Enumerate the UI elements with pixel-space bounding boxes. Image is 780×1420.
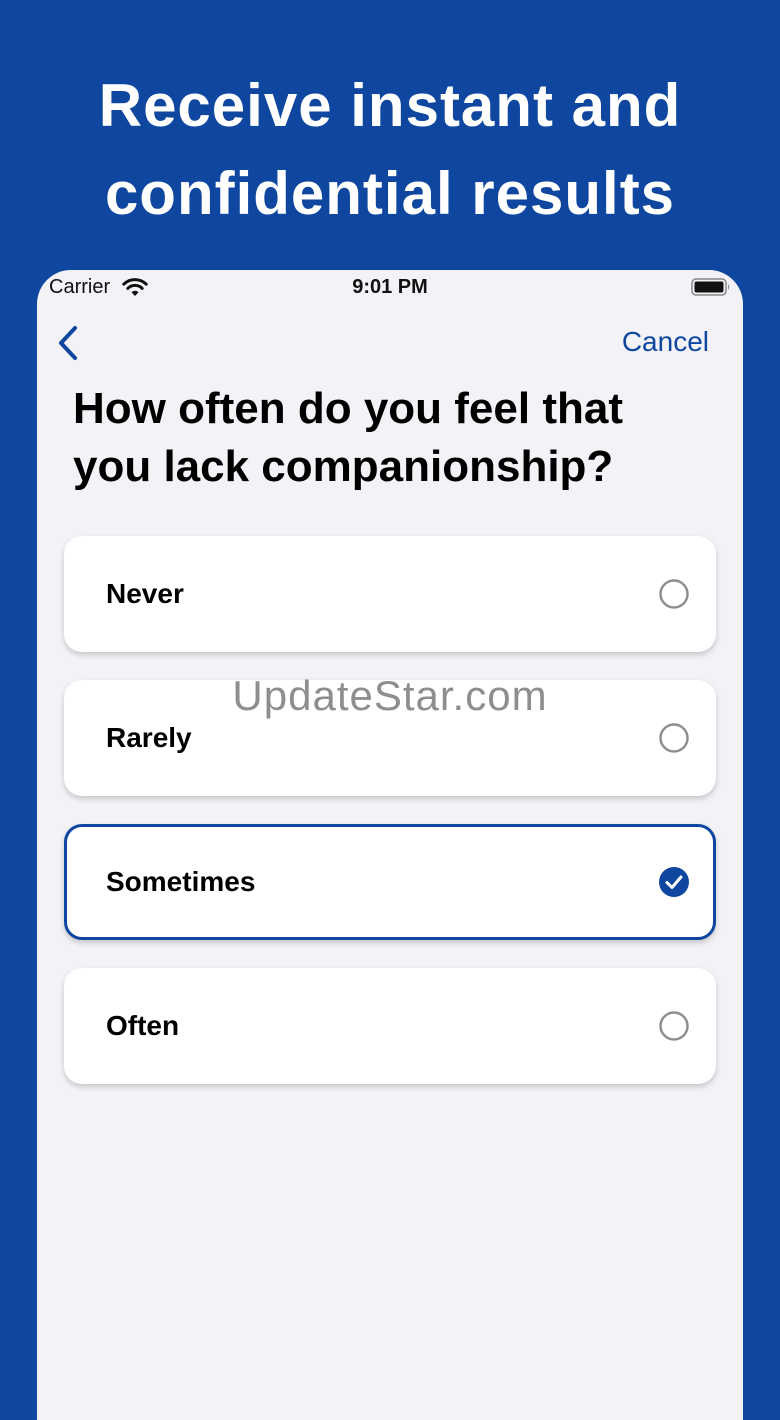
back-button[interactable] [51,322,87,366]
chevron-left-icon [59,326,77,360]
radio-unchecked-icon [659,723,689,753]
status-bar: Carrier 9:01 PM [37,270,743,306]
option-label: Rarely [106,722,192,753]
option-label: Never [106,578,184,609]
radio-unchecked-icon [659,579,689,609]
status-time: 9:01 PM [352,276,428,298]
option-rarely[interactable]: Rarely [64,680,716,796]
promo-headline-line-2: confidential results [104,160,676,227]
radio-checked-icon [659,867,689,897]
cancel-button[interactable]: Cancel [622,326,709,358]
battery-icon [691,278,730,296]
option-often[interactable]: Often [64,968,716,1084]
answer-options: Never Rarely Sometimes Often [64,536,716,1112]
option-sometimes[interactable]: Sometimes [64,824,716,940]
question-title: How often do you feel that you lack comp… [73,384,623,491]
promo-headline: Receive instant and confidential results [0,62,780,238]
promo-headline-line-1: Receive instant and [98,72,682,139]
radio-unchecked-icon [659,1011,689,1041]
option-label: Often [106,1010,180,1041]
phone-screen: Carrier 9:01 PM Cancel How often do you … [37,270,743,1420]
option-never[interactable]: Never [64,536,716,652]
option-label: Sometimes [106,866,256,897]
